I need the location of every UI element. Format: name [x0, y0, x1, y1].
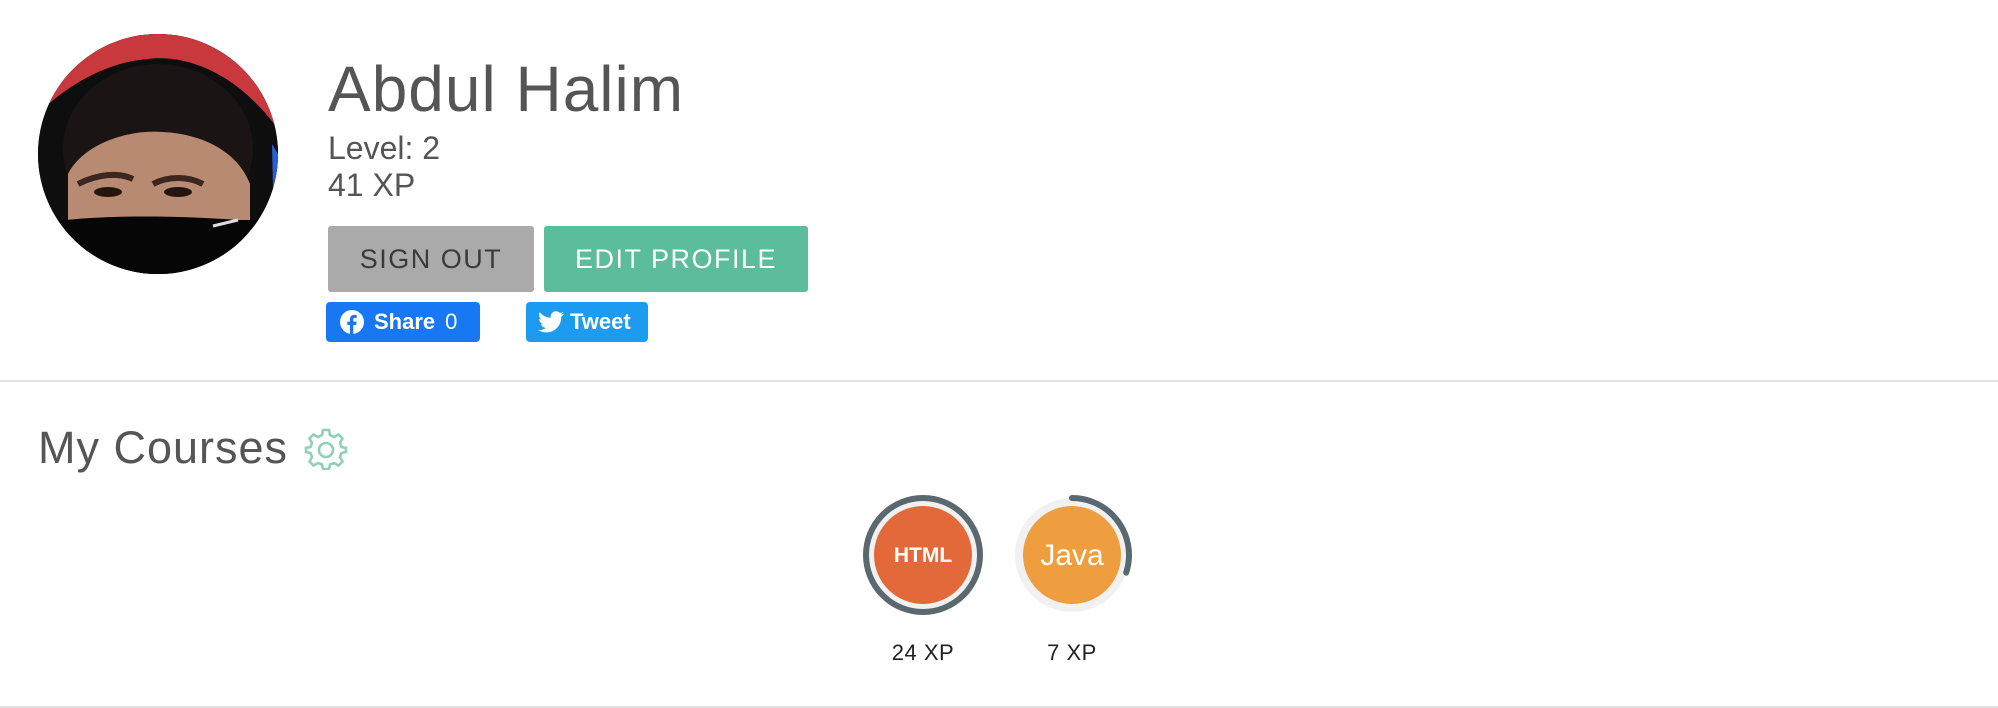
course-badge-label: HTML: [894, 544, 952, 567]
share-label: Share: [374, 309, 436, 334]
course-xp: 24 XP: [891, 640, 955, 665]
course-progress-ring: HTML: [863, 495, 983, 615]
avatar-image: [38, 34, 278, 274]
social-buttons: Share 0 Tweet: [326, 302, 676, 342]
gear-icon[interactable]: [304, 426, 348, 470]
user-xp: 41 XP: [328, 167, 416, 203]
user-level: Level: 2: [328, 130, 441, 166]
profile-header: Abdul Halim Level: 2 41 XP SIGN OUT EDIT…: [0, 0, 1998, 382]
tweet-label: Tweet: [570, 309, 631, 334]
edit-profile-button[interactable]: EDIT PROFILE: [544, 226, 808, 292]
facebook-icon: [340, 310, 364, 334]
my-courses-section: My Courses HTML 24 XP Java 7 XP: [0, 384, 1998, 708]
course-java[interactable]: Java 7 XP: [1011, 494, 1133, 666]
course-badge-label: Java: [1040, 539, 1104, 572]
course-progress-ring: Java: [1012, 495, 1132, 615]
share-count: 0: [445, 309, 458, 334]
facebook-share-button[interactable]: Share 0: [326, 302, 480, 342]
profile-page: Abdul Halim Level: 2 41 XP SIGN OUT EDIT…: [0, 0, 1998, 708]
tweet-button[interactable]: Tweet: [526, 302, 648, 342]
courses-title-row: My Courses: [38, 422, 348, 474]
sign-out-button[interactable]: SIGN OUT: [328, 226, 534, 292]
course-html[interactable]: HTML 24 XP: [862, 494, 984, 666]
course-xp: 7 XP: [1047, 640, 1097, 665]
user-name: Abdul Halim: [328, 53, 685, 125]
action-buttons: SIGN OUT EDIT PROFILE: [328, 226, 808, 292]
courses-title: My Courses: [38, 422, 289, 473]
avatar: [38, 34, 278, 274]
twitter-icon: [538, 311, 564, 333]
profile-info: Abdul Halim Level: 2 41 XP: [328, 50, 684, 204]
